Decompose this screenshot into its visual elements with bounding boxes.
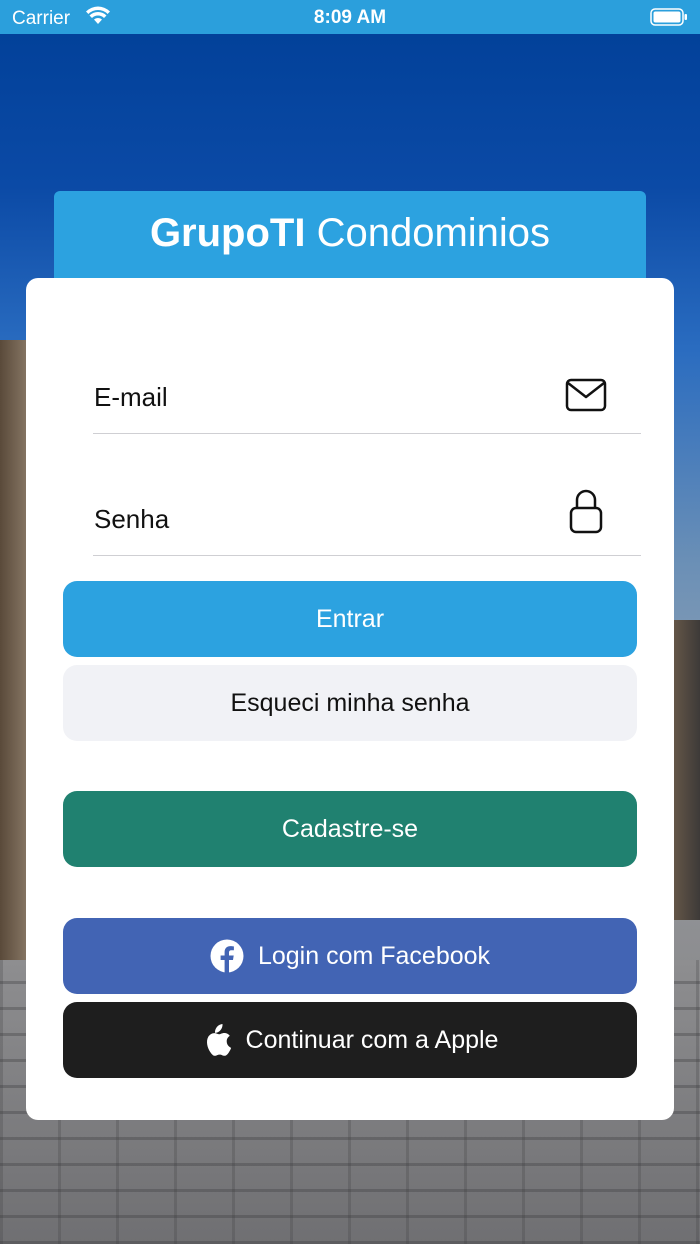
app-title-regular: Condominios: [316, 211, 551, 255]
app-title-banner: GrupoTI Condominios: [54, 191, 646, 291]
clock: 8:09 AM: [313, 7, 387, 28]
email-field[interactable]: E-mail: [93, 364, 641, 434]
status-bar: Carrier 8:09 AM: [0, 0, 700, 34]
register-button-label: Cadastre-se: [281, 814, 419, 843]
login-button-label: Entrar: [315, 604, 385, 633]
apple-login-button[interactable]: Continuar com a Apple: [63, 1002, 637, 1078]
forgot-password-button[interactable]: Esqueci minha senha: [63, 665, 637, 741]
email-label: E-mail: [94, 382, 168, 412]
register-button[interactable]: Cadastre-se: [63, 791, 637, 867]
password-label: Senha: [94, 504, 170, 534]
facebook-login-button[interactable]: Login com Facebook: [63, 918, 637, 994]
forgot-password-label: Esqueci minha senha: [230, 688, 470, 717]
house-right: [670, 620, 700, 920]
apple-icon: [202, 1022, 232, 1058]
login-button[interactable]: Entrar: [63, 581, 637, 657]
battery-icon: [650, 8, 688, 31]
envelope-icon: [565, 378, 607, 417]
password-field[interactable]: Senha: [93, 486, 641, 556]
apple-login-label: Continuar com a Apple: [245, 1025, 499, 1054]
lock-icon: [569, 488, 603, 539]
facebook-icon: [210, 939, 244, 973]
login-card: E-mail Senha Entrar Esqueci minha senha …: [26, 278, 674, 1120]
app-title-bold: GrupoTI: [149, 211, 306, 255]
facebook-login-label: Login com Facebook: [257, 941, 491, 970]
